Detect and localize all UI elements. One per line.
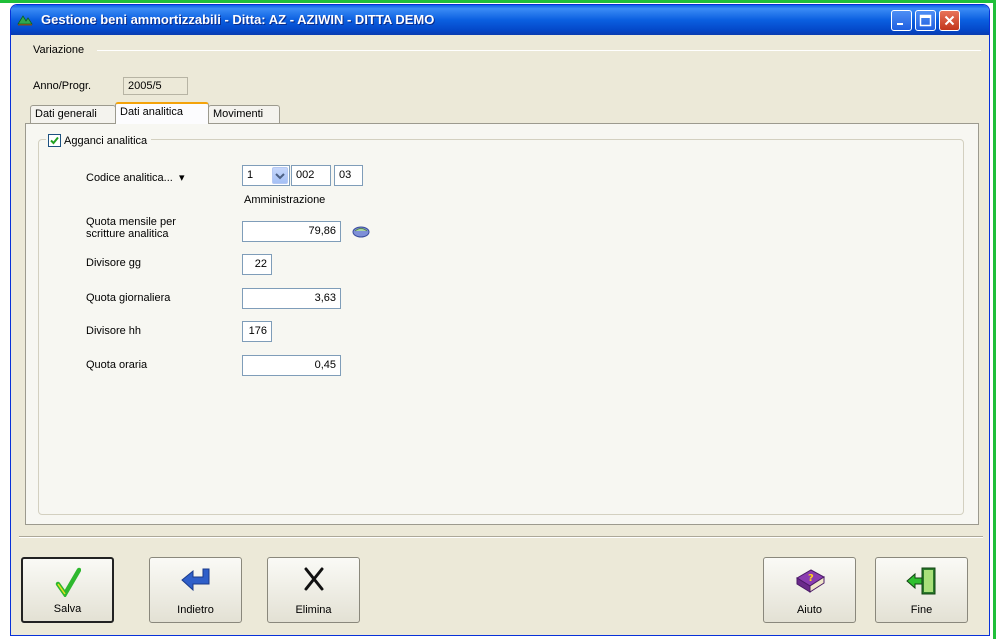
maximize-button[interactable] [915, 10, 936, 31]
agganci-checkbox[interactable] [48, 134, 61, 147]
agganci-label: Agganci analitica [64, 134, 148, 147]
codice-description: Amministrazione [244, 194, 326, 206]
dropdown-arrow-button[interactable] [272, 167, 288, 184]
delete-x-icon [304, 567, 323, 591]
anno-field: 2005/5 [123, 77, 188, 95]
tab-label: Dati analitica [120, 106, 183, 118]
quota-giornaliera-input[interactable]: 3,63 [242, 288, 341, 309]
tab-dati-generali[interactable]: Dati generali [30, 105, 116, 124]
divisore-gg-label: Divisore gg [86, 257, 142, 269]
tab-movimenti[interactable]: Movimenti [208, 105, 280, 124]
fine-button[interactable]: Fine [875, 557, 968, 623]
quota-oraria-input[interactable]: 0,45 [242, 355, 341, 376]
indietro-label: Indietro [177, 604, 214, 616]
maximize-icon [919, 14, 932, 27]
codice-combo-value: 1 [247, 169, 254, 181]
back-arrow-icon [180, 568, 209, 592]
svg-text:?: ? [808, 573, 814, 584]
tab-label: Movimenti [213, 108, 264, 120]
elimina-label: Elimina [295, 604, 332, 616]
codice-field-3[interactable]: 03 [334, 165, 363, 186]
codice-combo[interactable]: 1 [242, 165, 290, 186]
help-book-icon: ? [795, 569, 825, 593]
anno-value: 2005/5 [128, 80, 162, 92]
quota-oraria-label: Quota oraria [86, 359, 148, 371]
header-divider [97, 50, 981, 51]
minimize-button[interactable] [891, 10, 912, 31]
close-button[interactable] [939, 10, 960, 31]
chevron-down-icon [275, 173, 285, 180]
tab-label: Dati generali [35, 108, 97, 120]
divisore-hh-label: Divisore hh [86, 325, 142, 337]
close-icon [944, 15, 955, 26]
divisore-gg-input[interactable]: 22 [242, 254, 272, 275]
mode-label: Variazione [33, 44, 85, 56]
window-title: Gestione beni ammortizzabili - Ditta: AZ… [41, 12, 435, 27]
title-bar[interactable]: Gestione beni ammortizzabili - Ditta: AZ… [11, 5, 989, 35]
button-bar-divider [19, 536, 983, 538]
quota-giornaliera-label: Quota giornaliera [86, 292, 171, 304]
elimina-button[interactable]: Elimina [267, 557, 360, 623]
fine-label: Fine [910, 604, 933, 616]
agganci-group [38, 139, 964, 515]
agganci-group-title: Agganci analitica [46, 134, 152, 147]
indietro-button[interactable]: Indietro [149, 557, 242, 623]
calculate-icon[interactable] [352, 224, 370, 238]
tab-dati-analitica[interactable]: Dati analitica [115, 102, 209, 124]
aiuto-label: Aiuto [796, 604, 823, 616]
quota-mensile-input[interactable]: 79,86 [242, 221, 341, 242]
minimize-icon [897, 23, 903, 25]
divisore-hh-input[interactable]: 176 [242, 321, 272, 342]
app-icon [17, 15, 33, 26]
quota-mensile-label: Quota mensile per scritture analitica [86, 216, 176, 240]
top-edge [0, 0, 996, 3]
salva-label: Salva [53, 603, 82, 615]
aiuto-button[interactable]: ? Aiuto [763, 557, 856, 623]
checkmark-icon [50, 136, 59, 145]
exit-door-icon [905, 567, 935, 595]
codice-label[interactable]: Codice analitica... ▾ [86, 171, 184, 184]
app-window: Gestione beni ammortizzabili - Ditta: AZ… [10, 4, 990, 636]
salva-button[interactable]: Salva [21, 557, 114, 623]
tab-panel: Agganci analitica Codice analitica... ▾ … [25, 123, 979, 525]
anno-label: Anno/Progr. [33, 80, 92, 92]
codice-field-2[interactable]: 002 [291, 165, 331, 186]
checkmark-icon [55, 567, 81, 597]
